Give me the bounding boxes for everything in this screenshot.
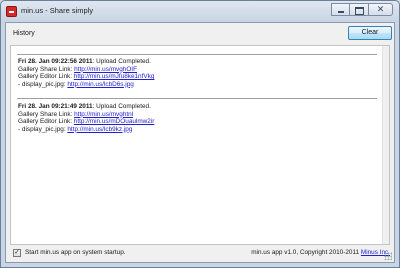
- startup-label: Start min.us app on system startup.: [25, 249, 126, 256]
- gallery-share-link[interactable]: http://min.us/mvghtnl: [74, 111, 133, 118]
- entry-separator: [17, 54, 377, 55]
- resize-grip-icon[interactable]: [384, 252, 392, 260]
- copyright-text: min.us app v1.0, Copyright 2010-2011 Min…: [251, 249, 390, 256]
- caption-buttons: ✕: [331, 3, 393, 16]
- close-button[interactable]: ✕: [369, 3, 393, 16]
- clear-button[interactable]: Clear: [348, 26, 392, 40]
- entry-timestamp: Fri 28. Jan 09:22:56 2011: [18, 58, 93, 65]
- history-entry: Fri 28. Jan 09:22:56 2011: Upload Comple…: [18, 58, 378, 88]
- footer: ✓ Start min.us app on system startup. mi…: [10, 248, 390, 260]
- image-link[interactable]: http://min.us/lcb9kz.jpg: [67, 126, 132, 133]
- entry-timestamp: Fri 28. Jan 09:21:49 2011: [18, 103, 93, 110]
- title-bar[interactable]: min.us - Share simply ✕: [1, 1, 399, 23]
- link-label: - display_pic.jpg:: [18, 125, 68, 133]
- window-title: min.us - Share simply: [21, 6, 94, 15]
- entry-status: : Upload Completed.: [92, 103, 151, 110]
- link-label: Gallery Share Link:: [18, 110, 75, 118]
- minus-app-icon: [6, 6, 17, 17]
- link-label: Gallery Share Link:: [18, 65, 75, 73]
- gallery-share-link[interactable]: http://min.us/mvghOIF: [74, 66, 137, 73]
- copyright-label: min.us app v1.0, Copyright 2010-2011: [251, 249, 361, 256]
- history-log[interactable]: Fri 28. Jan 09:22:56 2011: Upload Comple…: [10, 45, 390, 245]
- vertical-scrollbar[interactable]: [382, 46, 389, 244]
- link-label: Gallery Editor Link:: [18, 118, 74, 125]
- image-link[interactable]: http://min.us/lcbD6s.jpg: [67, 81, 133, 88]
- minimize-button[interactable]: [331, 3, 350, 16]
- client-area: History Clear Fri 28. Jan 09:22:56 2011:…: [5, 22, 395, 263]
- close-icon: ✕: [376, 4, 385, 14]
- link-label: - display_pic.jpg:: [18, 80, 68, 88]
- link-label: Gallery Editor Link:: [18, 73, 74, 80]
- history-label: History: [13, 30, 35, 37]
- gallery-editor-link[interactable]: http://min.us/mJfu8ke1nfVkg: [74, 73, 155, 80]
- entry-status: : Upload Completed.: [92, 58, 151, 65]
- app-window: min.us - Share simply ✕ History Clear Fr…: [0, 0, 400, 268]
- gallery-editor-link[interactable]: http://min.us/mDOuaulmw2ir: [74, 118, 155, 125]
- entry-separator: [17, 98, 377, 99]
- maximize-button[interactable]: [350, 3, 369, 16]
- startup-checkbox[interactable]: ✓: [13, 249, 21, 257]
- history-entry: Fri 28. Jan 09:21:49 2011: Upload Comple…: [18, 103, 378, 133]
